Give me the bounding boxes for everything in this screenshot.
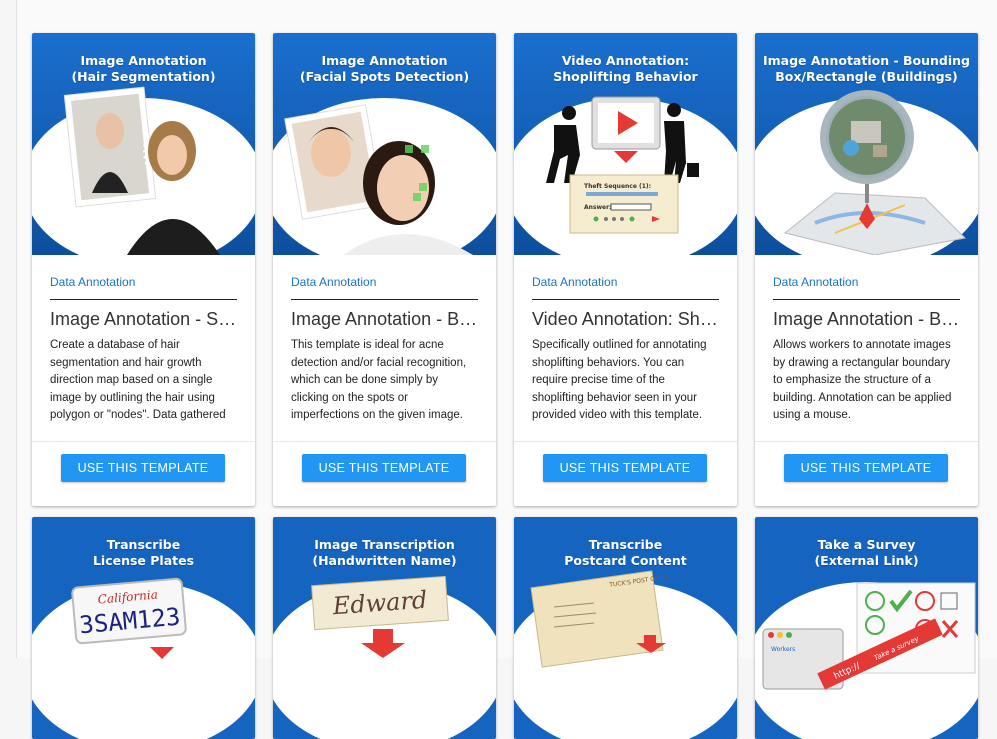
template-thumbnail: Theft Sequence (1): Answer: Video Annota… xyxy=(514,33,737,255)
divider xyxy=(773,299,960,300)
category-label: Data Annotation xyxy=(291,275,377,289)
template-card-facial-spots[interactable]: Image Annotation (Facial Spots Detection… xyxy=(273,33,496,506)
template-card-postcard[interactable]: TUCK'S POST CARD Transcribe Postcard Con… xyxy=(514,517,737,739)
template-thumbnail: Image Annotation (Hair Segmentation) xyxy=(32,33,255,255)
thumbnail-title: Image Transcription (Handwritten Name) xyxy=(312,537,457,568)
card-footer: USE THIS TEMPLATE xyxy=(32,441,255,506)
use-template-button[interactable]: USE THIS TEMPLATE xyxy=(61,454,225,482)
thumbnail-title: Image Annotation (Facial Spots Detection… xyxy=(299,53,470,84)
use-template-button[interactable]: USE THIS TEMPLATE xyxy=(302,454,466,482)
card-title: Image Annotation - Bo... xyxy=(773,309,960,329)
brand-label: Workers xyxy=(771,646,795,653)
thumbnail-title: Image Annotation (Hair Segmentation) xyxy=(71,53,216,84)
card-title: Video Annotation: Shop... xyxy=(532,309,719,329)
answer-label: Answer: xyxy=(584,204,611,211)
divider xyxy=(50,299,237,300)
template-thumbnail: Workers http:// Take a survey Take a Sur… xyxy=(755,517,978,739)
template-thumbnail: Image Annotation (Facial Spots Detection… xyxy=(273,33,496,255)
template-gallery: Image Annotation (Hair Segmentation) Dat… xyxy=(16,0,997,739)
template-thumbnail: Edward Image Transcription (Handwritten … xyxy=(273,517,496,739)
card-footer: USE THIS TEMPLATE xyxy=(514,441,737,506)
template-card-survey[interactable]: Workers http:// Take a survey Take a Sur… xyxy=(755,517,978,739)
category-label: Data Annotation xyxy=(50,275,136,289)
template-thumbnail: TUCK'S POST CARD Transcribe Postcard Con… xyxy=(514,517,737,739)
template-card-shoplifting[interactable]: Theft Sequence (1): Answer: Video Annota… xyxy=(514,33,737,506)
thumbnail-title: Image Annotation - Bounding Box/Rectangl… xyxy=(763,53,970,84)
category-label: Data Annotation xyxy=(532,275,618,289)
card-description: Allows workers to annotate images by dra… xyxy=(773,339,952,421)
template-card-hair-segmentation[interactable]: Image Annotation (Hair Segmentation) Dat… xyxy=(32,33,255,506)
category-label: Data Annotation xyxy=(773,275,859,289)
card-footer: USE THIS TEMPLATE xyxy=(755,441,978,506)
theft-sequence-label: Theft Sequence (1): xyxy=(584,183,651,190)
template-thumbnail: California 3SAM123 Transcribe License Pl… xyxy=(32,517,255,739)
template-card-license-plates[interactable]: California 3SAM123 Transcribe License Pl… xyxy=(32,517,255,739)
thumbnail-title: Take a Survey (External Link) xyxy=(814,537,919,568)
use-template-button[interactable]: USE THIS TEMPLATE xyxy=(784,454,948,482)
use-template-button[interactable]: USE THIS TEMPLATE xyxy=(543,454,707,482)
template-card-handwritten-name[interactable]: Edward Image Transcription (Handwritten … xyxy=(273,517,496,739)
divider xyxy=(291,299,478,300)
thumbnail-title: Transcribe License Plates xyxy=(92,537,195,568)
thumbnail-title: Video Annotation: Shoplifting Behavior xyxy=(553,53,698,84)
card-description: Specifically outlined for annotating sho… xyxy=(532,339,707,421)
template-card-buildings[interactable]: Image Annotation - Bounding Box/Rectangl… xyxy=(755,33,978,506)
card-title: Image Annotation - Bo... xyxy=(291,309,478,329)
template-thumbnail: Image Annotation - Bounding Box/Rectangl… xyxy=(755,33,978,255)
card-footer: USE THIS TEMPLATE xyxy=(273,441,496,506)
divider xyxy=(532,299,719,300)
card-description: Create a database of hair segmentation a… xyxy=(50,339,226,427)
thumbnail-title: Transcribe Postcard Content xyxy=(564,537,687,568)
card-description: This template is ideal for acne detectio… xyxy=(291,339,467,427)
card-title: Image Annotation - Se... xyxy=(50,309,237,329)
